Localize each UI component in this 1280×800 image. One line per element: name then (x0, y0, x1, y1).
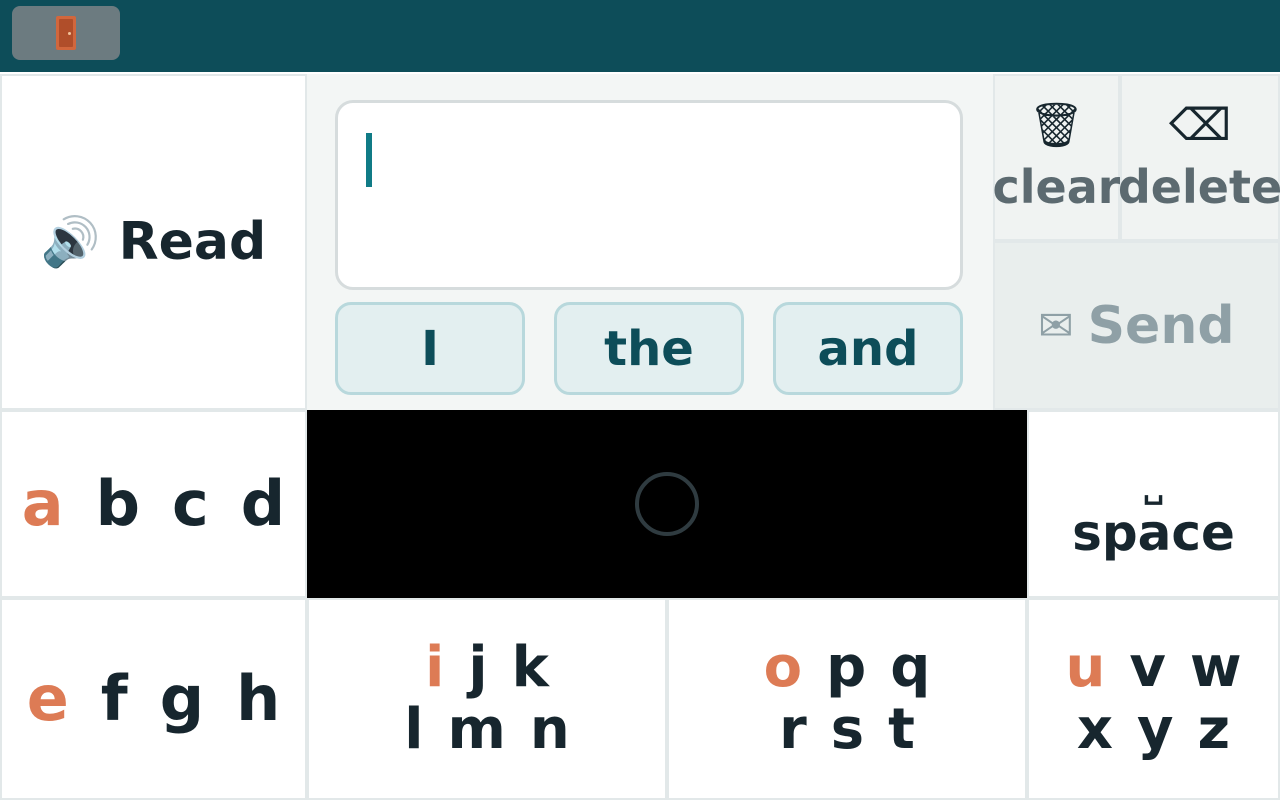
key-row: e f g h (11, 662, 297, 736)
letter: l (404, 697, 424, 762)
key-row: r s t (767, 699, 927, 761)
read-label: Read (118, 212, 267, 272)
letter: q (890, 635, 931, 701)
clear-label: clear (992, 160, 1121, 214)
envelope-icon: ✉ (1038, 301, 1074, 350)
letter: c (172, 466, 209, 540)
delete-label: delete (1117, 160, 1280, 214)
letter: y (1137, 697, 1174, 762)
letter: g (159, 661, 205, 735)
letter: m (447, 697, 506, 762)
key-row: a b c d (6, 467, 301, 541)
letter: d (240, 466, 286, 540)
text-caret (366, 133, 372, 187)
space-label: space (1072, 504, 1235, 562)
key-group-opqrst[interactable]: o p q r s t (667, 598, 1027, 800)
letter: b (95, 466, 141, 540)
key-row: u v w (1053, 637, 1253, 699)
vowel-letter: u (1065, 635, 1106, 701)
suggestion-button[interactable]: and (773, 302, 963, 395)
send-label: Send (1087, 295, 1235, 356)
letter: v (1129, 635, 1166, 701)
loading-spinner-icon (635, 472, 699, 536)
vowel-letter: a (21, 466, 64, 540)
letter: f (100, 661, 128, 735)
letter: j (468, 635, 488, 701)
key-row: i j k (413, 637, 561, 699)
key-group-ijklmn[interactable]: i j k l m n (307, 598, 667, 800)
key-group-abcd[interactable]: a b c d (0, 410, 307, 598)
vowel-letter: i (425, 635, 445, 701)
trash-icon: 🗑 (1028, 100, 1085, 151)
key-group-uvwxyz[interactable]: u v w x y z (1027, 598, 1280, 800)
camera-preview (307, 410, 1027, 598)
letter: k (511, 635, 549, 701)
exit-button[interactable] (12, 6, 120, 60)
letter: z (1197, 697, 1231, 762)
clear-button[interactable]: 🗑 clear (993, 74, 1120, 241)
letter: n (529, 697, 570, 762)
space-key[interactable]: ␣ space (1027, 410, 1280, 598)
letter: p (826, 635, 867, 701)
vowel-letter: o (763, 635, 803, 701)
message-input[interactable] (335, 100, 963, 290)
delete-button[interactable]: ⌫ delete (1118, 74, 1280, 241)
suggestion-button[interactable]: I (335, 302, 525, 395)
door-icon (56, 16, 76, 50)
key-group-efgh[interactable]: e f g h (0, 598, 307, 800)
space-icon: ␣ (1142, 471, 1165, 506)
letter: x (1076, 697, 1113, 762)
key-row: l m n (392, 699, 581, 761)
read-button[interactable]: 🔊 Read (0, 74, 307, 410)
letter: h (236, 661, 281, 735)
key-row: x y z (1065, 699, 1242, 761)
key-row: o p q (752, 637, 943, 699)
vowel-letter: e (26, 661, 69, 735)
speaker-icon: 🔊 (40, 214, 101, 270)
suggestion-button[interactable]: the (554, 302, 744, 395)
letter: w (1189, 635, 1242, 701)
letter: s (830, 697, 865, 762)
send-button[interactable]: ✉ Send (993, 241, 1280, 410)
letter: r (779, 697, 807, 762)
top-bar (0, 0, 1280, 72)
backspace-icon: ⌫ (1168, 100, 1232, 151)
letter: t (888, 697, 915, 762)
compose-area: I the and (307, 74, 993, 410)
